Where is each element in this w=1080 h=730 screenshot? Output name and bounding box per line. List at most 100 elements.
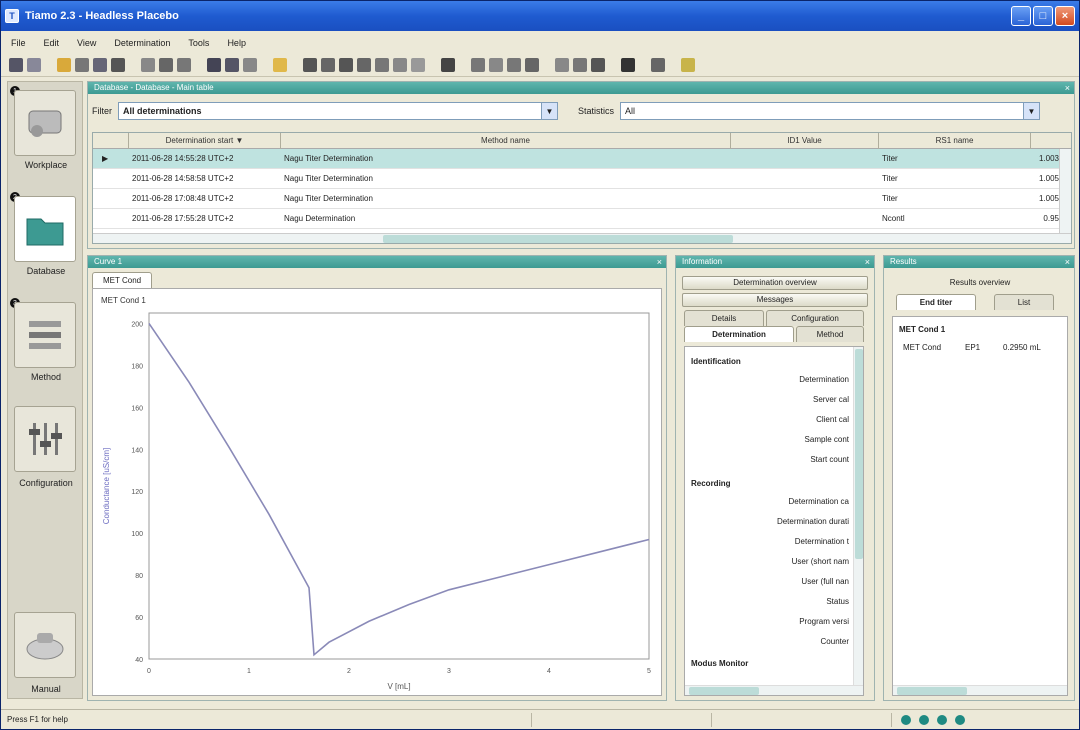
folder-icon[interactable] [57,57,71,72]
scrollbar-thumb[interactable] [855,349,863,559]
determination-info-list: Identification Determination Server cal … [684,346,864,696]
sort-icon[interactable] [507,57,521,72]
cell-rs1: Titer [882,174,898,183]
sign-icon[interactable] [375,57,389,72]
panel-header: Database - Database - Main table × [88,82,1074,94]
results-overview-label[interactable]: Results overview [884,278,1076,287]
menu-determination[interactable]: Determination [114,38,170,48]
info-item: Server cal [812,395,849,404]
panel-header: Results × [884,256,1074,268]
x-tick-label: 4 [547,668,551,675]
tab-determination[interactable]: Determination [684,326,794,342]
search-icon[interactable] [207,57,221,72]
col-id1-value[interactable]: ID1 Value [731,133,879,149]
first-record-icon[interactable] [339,57,353,72]
section-recording: Recording [691,479,731,488]
horizontal-scrollbar[interactable] [893,685,1067,695]
maximize-button[interactable]: □ [1033,6,1053,26]
columns-icon[interactable] [489,57,503,72]
table-row[interactable]: 2011-06-28 14:58:58 UTC+2 Nagu Titer Det… [93,169,1071,189]
info-item: User (short nam [791,557,849,566]
nav-configuration-button[interactable] [14,406,76,472]
zoom-icon[interactable] [573,57,587,72]
lock-icon[interactable] [411,57,425,72]
scrollbar-thumb[interactable] [689,687,759,695]
col-rs1-name[interactable]: RS1 name [879,133,1031,149]
messages-button[interactable]: Messages [682,293,868,307]
tab-configuration[interactable]: Configuration [766,310,864,326]
minimize-button[interactable]: _ [1011,6,1031,26]
arrow-left-icon[interactable] [303,57,317,72]
menu-help[interactable]: Help [227,38,246,48]
determination-overview-button[interactable]: Determination overview [682,276,868,290]
last-record-icon[interactable] [357,57,371,72]
close-button[interactable]: × [1055,6,1075,26]
print-icon[interactable] [75,57,89,72]
vertical-scrollbar[interactable] [1059,149,1071,233]
panel-close-icon[interactable]: × [865,256,870,268]
reprocess-icon[interactable] [393,57,407,72]
horizontal-scrollbar[interactable] [93,233,1071,243]
menu-view[interactable]: View [77,38,96,48]
col-determination-start[interactable]: Determination start ▼ [129,133,281,149]
cell-method: Nagu Titer Determination [284,194,373,203]
title-bar[interactable]: T Tiamo 2.3 - Headless Placebo _ □ × [1,1,1079,31]
nav-workplace-button[interactable] [14,90,76,156]
table-icon[interactable] [141,57,155,72]
chevron-down-icon[interactable]: ▼ [541,103,557,119]
status-divider [711,713,712,727]
layout-icon[interactable] [471,57,485,72]
vertical-scrollbar[interactable] [853,347,863,687]
status-bar: Press F1 for help [1,709,1079,729]
nav-method-button[interactable] [14,302,76,368]
chart-icon[interactable] [525,57,539,72]
horizontal-scrollbar[interactable] [685,685,863,695]
grid-icon[interactable] [159,57,173,72]
menu-file[interactable]: File [11,38,26,48]
copy-icon[interactable] [93,57,107,72]
filter-value: All determinations [123,106,202,116]
table-row[interactable]: 2011-06-28 17:08:48 UTC+2 Nagu Titer Det… [93,189,1071,209]
curves-icon[interactable] [591,57,605,72]
panel-close-icon[interactable]: × [1065,256,1070,268]
cell-value: 1.005 [1038,194,1059,203]
menu-edit[interactable]: Edit [44,38,60,48]
filter-select[interactable]: All determinations ▼ [118,102,558,120]
nav-configuration-label: Configuration [19,478,73,488]
nav-database-button[interactable] [14,196,76,262]
new-icon[interactable] [9,57,23,72]
left-navigation: 1 Workplace 2 Database 3 Method Configur… [7,81,83,699]
scrollbar-thumb[interactable] [897,687,967,695]
export-icon[interactable] [273,57,287,72]
info-item: Counter [820,637,849,646]
chevron-down-icon[interactable]: ▼ [1023,103,1040,119]
search-next-icon[interactable] [225,57,239,72]
settings-icon[interactable] [651,57,665,72]
panel-close-icon[interactable]: × [1065,82,1070,94]
overlay-icon[interactable] [555,57,569,72]
tab-details[interactable]: Details [684,310,764,326]
scrollbar-thumb[interactable] [383,235,733,243]
arrow-right-icon[interactable] [321,57,335,72]
tab-method[interactable]: Method [796,326,864,342]
panel-close-icon[interactable]: × [657,256,662,268]
open-icon[interactable] [27,57,41,72]
y-tick-label: 80 [135,573,143,580]
tab-end-titer[interactable]: End titer [896,294,976,310]
tab-met-cond[interactable]: MET Cond [92,272,153,288]
report-icon[interactable] [177,57,191,72]
table-row[interactable]: 2011-06-28 17:55:28 UTC+2 Nagu Determina… [93,209,1071,229]
device-icon[interactable] [441,57,455,72]
table-row[interactable]: ▶ 2011-06-28 14:55:28 UTC+2 Nagu Titer D… [93,149,1071,169]
menu-tools[interactable]: Tools [188,38,209,48]
properties-icon[interactable] [621,57,635,72]
method-icon [29,321,61,349]
edit-icon[interactable] [111,57,125,72]
statistics-select[interactable]: All ▼ [620,102,1041,120]
col-method-name[interactable]: Method name [281,133,731,149]
tab-list[interactable]: List [994,294,1054,310]
nav-manual-button[interactable] [14,612,76,678]
help-icon[interactable] [681,57,695,72]
status-text: Press F1 for help [7,715,68,724]
filter-icon[interactable] [243,57,257,72]
